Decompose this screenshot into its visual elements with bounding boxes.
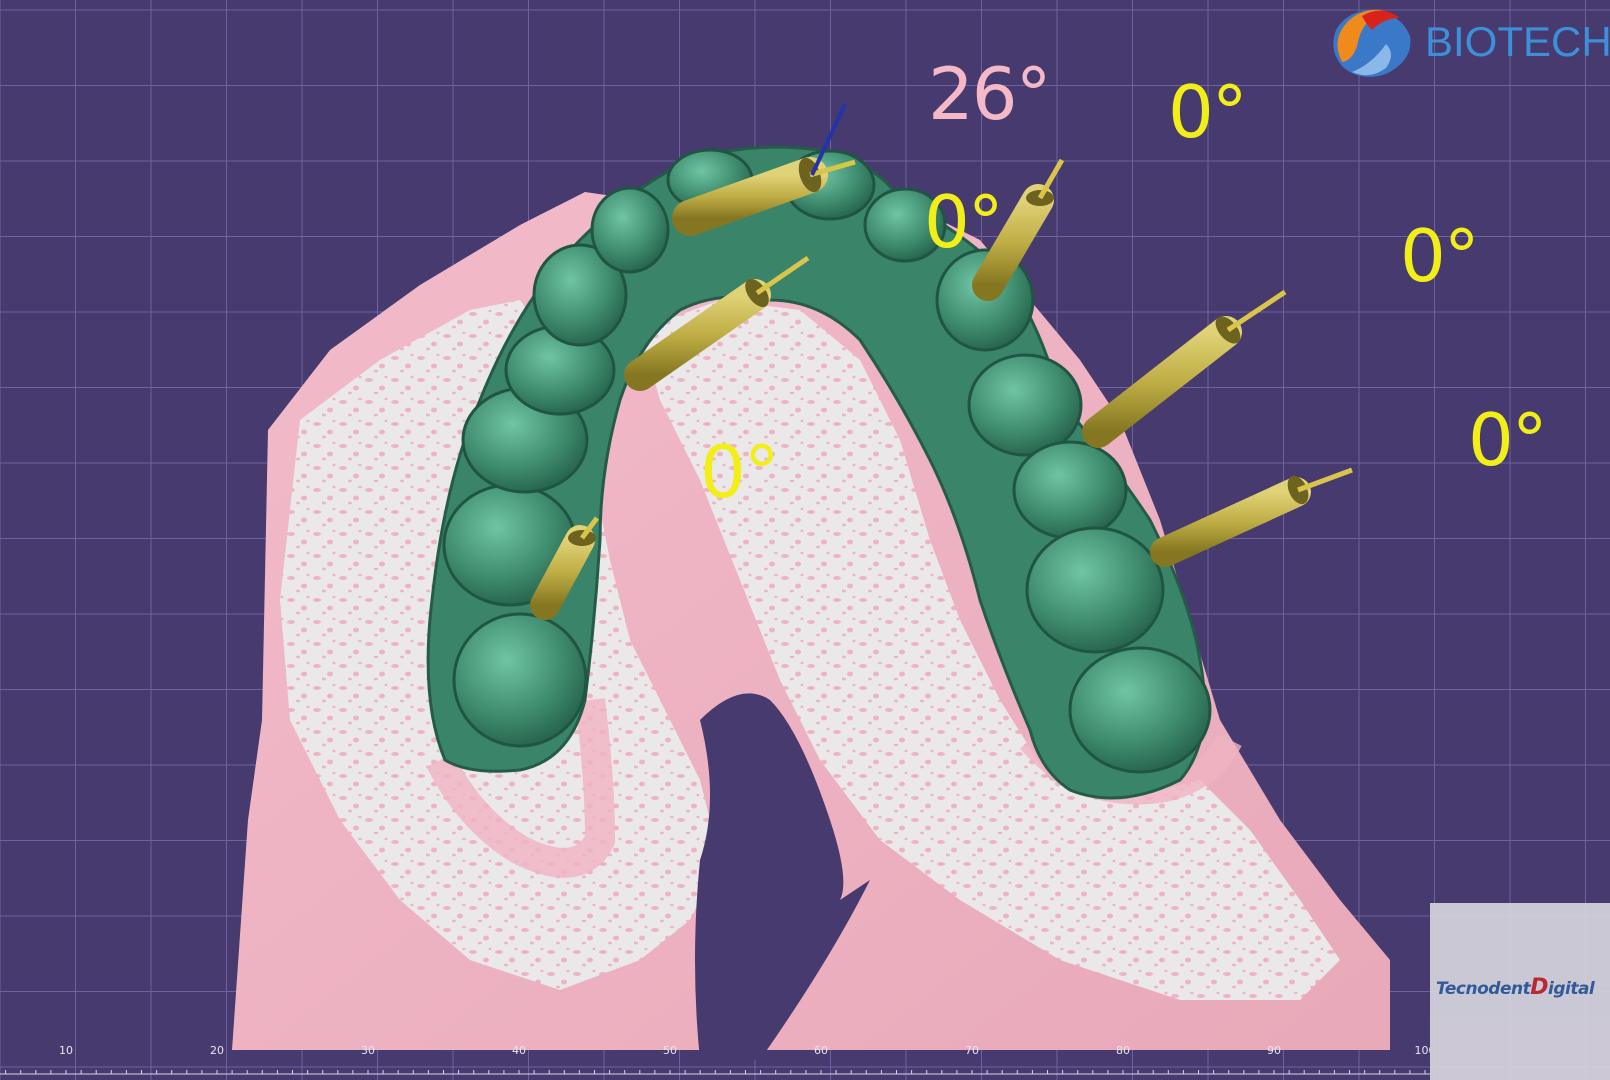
implant-post-6[interactable] [1150, 467, 1353, 567]
implant-post-5[interactable] [1082, 289, 1287, 448]
tecnodent-watermark: TecnodentDigital [1430, 903, 1610, 1080]
ruler-label: 20 [210, 1044, 224, 1057]
watermark-text-main: Tecnodent [1436, 979, 1531, 999]
ruler-label: 50 [663, 1044, 677, 1057]
angle-label-4[interactable]: 0° [1400, 220, 1480, 292]
tooth [452, 612, 588, 748]
3d-viewport[interactable]: 26° 0° 0° 0° 0° 0° BIOTECH TecnodentDigi… [0, 0, 1610, 1080]
ruler-label: 30 [361, 1044, 375, 1057]
ruler-label: 100 [1415, 1044, 1431, 1057]
dental-3d-scene[interactable] [0, 0, 1610, 1080]
ruler-label: 60 [814, 1044, 828, 1057]
angle-label-5[interactable]: 0° [1468, 404, 1548, 476]
ruler-label: 40 [512, 1044, 526, 1057]
angle-label-2[interactable]: 0° [1168, 76, 1248, 148]
tooth [967, 353, 1083, 457]
ruler-label: 70 [965, 1044, 979, 1057]
watermark-text-d: D [1530, 975, 1548, 1000]
tooth [1068, 646, 1212, 774]
ruler-label: 80 [1116, 1044, 1130, 1057]
angle-label-3[interactable]: 0° [924, 186, 1004, 258]
angle-label-6[interactable]: 0° [700, 436, 780, 508]
tooth [1025, 526, 1165, 654]
bottom-ruler: 10 20 30 40 50 60 70 80 90 100 [0, 1044, 1431, 1075]
watermark-text-rest: igital [1548, 979, 1595, 999]
ruler-label: 90 [1267, 1044, 1281, 1057]
angle-label-1[interactable]: 26° [928, 58, 1052, 130]
tecnodent-watermark-text: TecnodentDigital [1436, 975, 1595, 1000]
biotech-logo-icon [1333, 9, 1411, 77]
biotech-logo: BIOTECH [1322, 2, 1610, 82]
biotech-logo-text: BIOTECH [1425, 18, 1610, 65]
tooth [1012, 440, 1128, 540]
ruler-label: 10 [59, 1044, 73, 1057]
tooth [590, 186, 670, 274]
